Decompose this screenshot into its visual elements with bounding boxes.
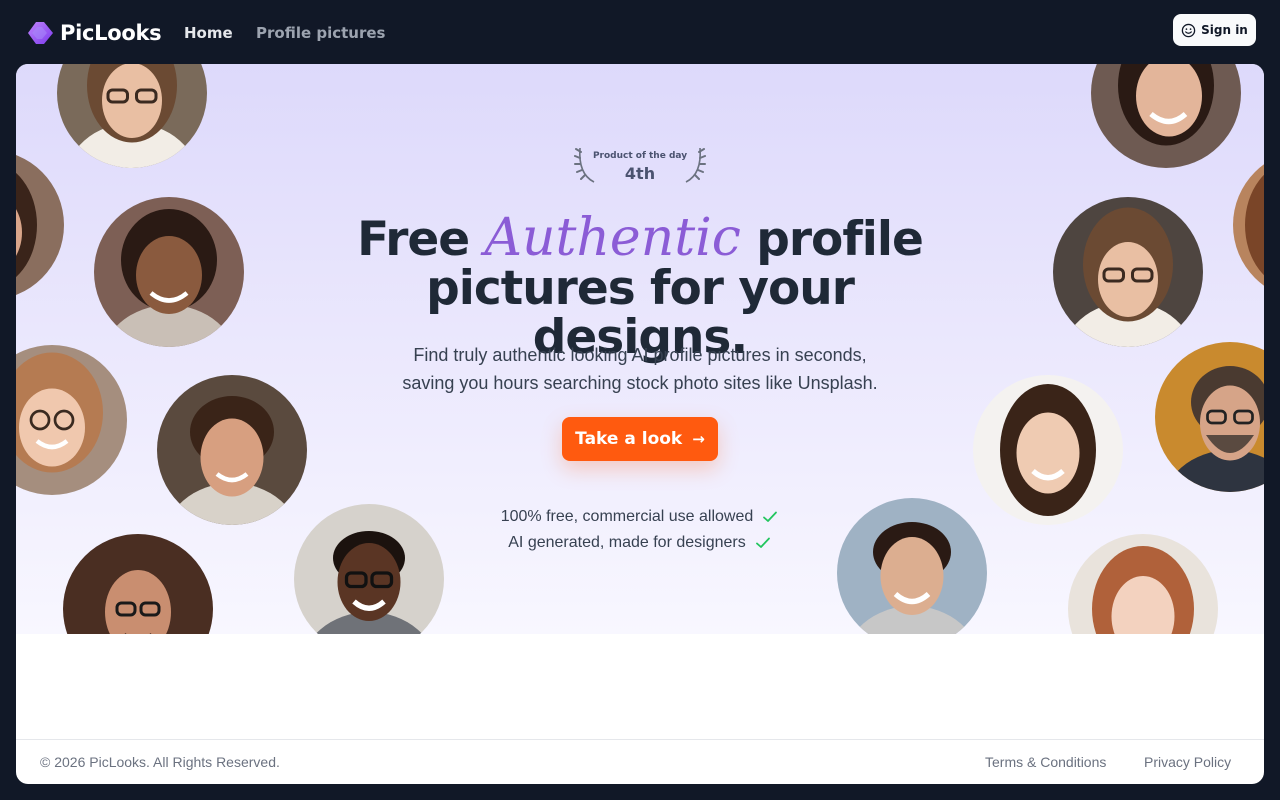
- profile-photo-3: [94, 197, 244, 347]
- feature-list: 100% free, commercial use allowed AI gen…: [416, 504, 864, 556]
- feature-text: AI generated, made for designers: [508, 534, 746, 551]
- top-navigation-bar: PicLooks Home Profile pictures Sign in: [0, 0, 1280, 64]
- take-a-look-button[interactable]: Take a look →: [562, 417, 718, 461]
- headline-accent: Authentic: [484, 208, 741, 268]
- logo[interactable]: PicLooks: [28, 20, 162, 46]
- profile-photo-6: [63, 534, 213, 634]
- profile-photo-12: [973, 375, 1123, 525]
- nav-profile-pictures[interactable]: Profile pictures: [256, 24, 385, 42]
- smiley-icon: [1181, 23, 1196, 37]
- nav-home[interactable]: Home: [184, 24, 233, 42]
- privacy-link[interactable]: Privacy Policy: [1144, 754, 1231, 770]
- feature-text: 100% free, commercial use allowed: [500, 508, 754, 525]
- profile-photo-11: [1155, 342, 1264, 492]
- feature-item: 100% free, commercial use allowed: [416, 504, 864, 530]
- subtitle-line-1: Find truly authentic looking AI profile …: [413, 345, 867, 365]
- terms-link[interactable]: Terms & Conditions: [985, 754, 1106, 770]
- profile-photo-9: [1233, 150, 1264, 300]
- logo-text: PicLooks: [60, 21, 162, 45]
- arrow-right-icon: →: [692, 430, 705, 448]
- profile-photo-8: [1091, 64, 1241, 168]
- headline-part-1: Free: [357, 212, 470, 267]
- take-a-look-label: Take a look: [575, 429, 683, 449]
- feature-item: AI generated, made for designers: [416, 530, 864, 556]
- profile-photo-10: [1053, 197, 1203, 347]
- checkmark-icon: [763, 511, 778, 522]
- product-of-the-day-badge: Product of the day 4th: [574, 142, 706, 186]
- footer: © 2026 PicLooks. All Rights Reserved. Te…: [16, 739, 1264, 784]
- profile-photo-4: [16, 345, 127, 495]
- profile-photo-5: [157, 375, 307, 525]
- profile-photo-14: [1068, 534, 1218, 634]
- main-card: Product of the day 4th Free Authentic pr…: [16, 64, 1264, 784]
- hero-headline: Free Authentic profile pictures for your…: [316, 212, 964, 362]
- hero-section: Product of the day 4th Free Authentic pr…: [16, 64, 1264, 634]
- profile-photo-1: [57, 64, 207, 168]
- laurel-right-icon: [685, 147, 706, 183]
- copyright-text: © 2026 PicLooks. All Rights Reserved.: [40, 754, 280, 770]
- headline-part-2: profile: [756, 212, 924, 267]
- subtitle-line-2: saving you hours searching stock photo s…: [402, 373, 878, 393]
- logo-icon: [28, 22, 53, 44]
- sign-in-button[interactable]: Sign in: [1173, 14, 1256, 46]
- profile-photo-2: [16, 150, 64, 300]
- sign-in-label: Sign in: [1201, 23, 1248, 37]
- checkmark-icon: [755, 537, 770, 548]
- hero-subtitle: Find truly authentic looking AI profile …: [340, 341, 940, 397]
